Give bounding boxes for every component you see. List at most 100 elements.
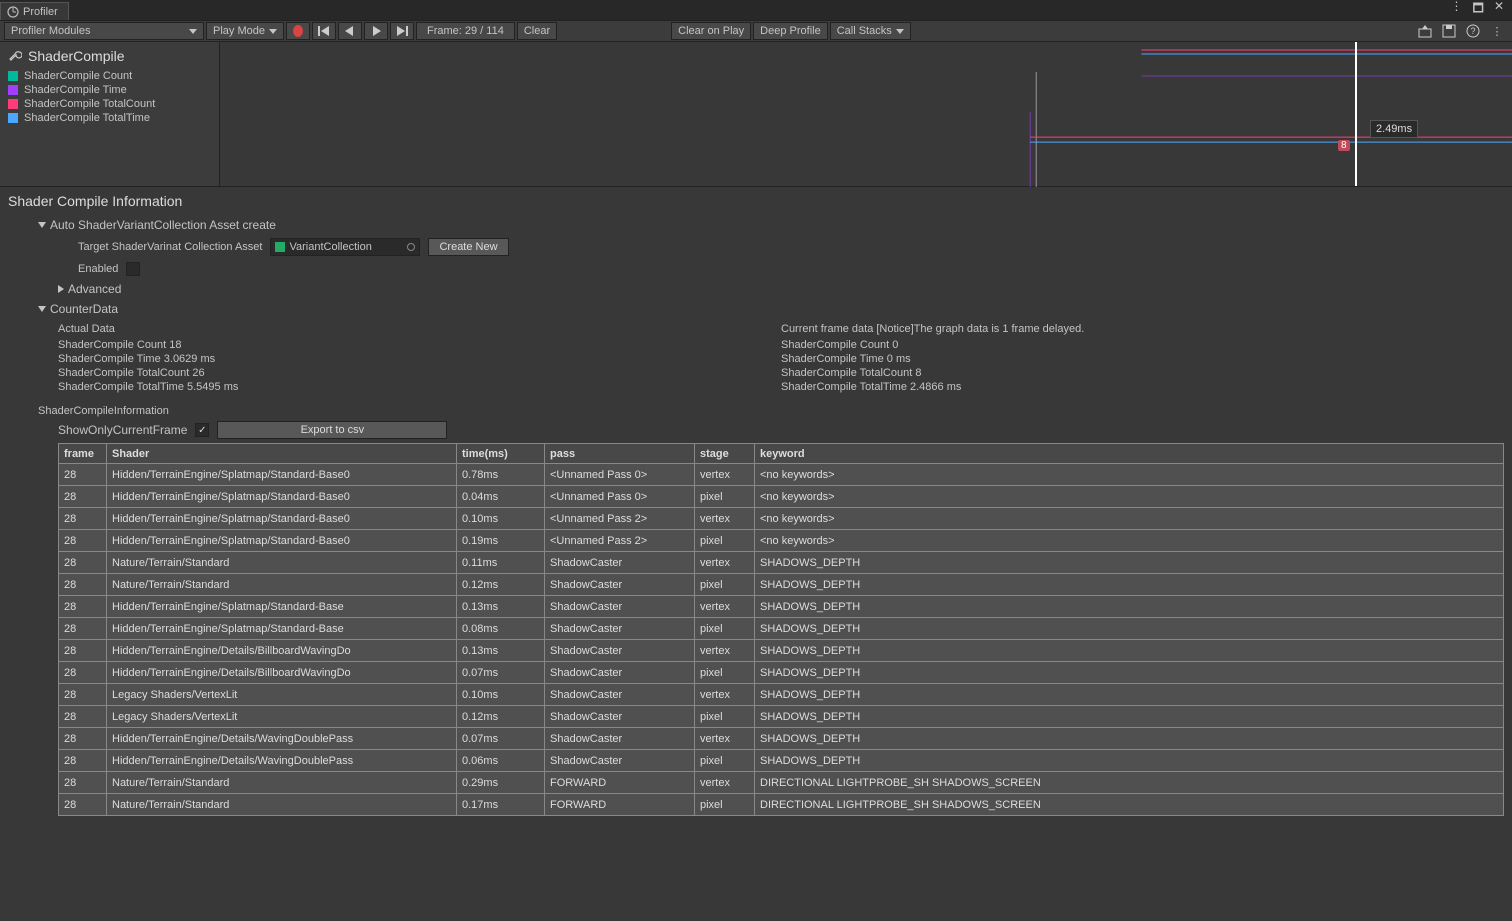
table-row[interactable]: 28Legacy Shaders/VertexLit0.12msShadowCa…	[59, 706, 1504, 728]
table-row[interactable]: 28Hidden/TerrainEngine/Splatmap/Standard…	[59, 530, 1504, 552]
data-line: ShaderCompile Time 0 ms	[781, 353, 1504, 365]
record-icon	[293, 25, 303, 37]
column-header[interactable]: pass	[545, 444, 695, 464]
table-row[interactable]: 28Hidden/TerrainEngine/Splatmap/Standard…	[59, 596, 1504, 618]
graph-plot[interactable]: 2.49ms 8	[220, 42, 1512, 186]
frame-scrubber[interactable]	[1355, 42, 1357, 186]
module-sidebar[interactable]: ShaderCompile ShaderCompile CountShaderC…	[0, 42, 220, 186]
table-cell: 28	[59, 772, 107, 794]
table-row[interactable]: 28Legacy Shaders/VertexLit0.10msShadowCa…	[59, 684, 1504, 706]
column-header[interactable]: Shader	[107, 444, 457, 464]
close-icon[interactable]: ✕	[1492, 0, 1506, 20]
table-cell: SHADOWS_DEPTH	[755, 596, 1504, 618]
table-row[interactable]: 28Nature/Terrain/Standard0.12msShadowCas…	[59, 574, 1504, 596]
table-row[interactable]: 28Hidden/TerrainEngine/Details/WavingDou…	[59, 750, 1504, 772]
table-cell: Nature/Terrain/Standard	[107, 794, 457, 816]
table-row[interactable]: 28Hidden/TerrainEngine/Details/Billboard…	[59, 640, 1504, 662]
table-cell: vertex	[695, 684, 755, 706]
table-row[interactable]: 28Hidden/TerrainEngine/Splatmap/Standard…	[59, 618, 1504, 640]
frame-label: Frame: 29 / 114	[427, 25, 504, 37]
table-cell: 28	[59, 552, 107, 574]
foldout-counter-data[interactable]: CounterData	[38, 302, 1504, 316]
table-cell: ShadowCaster	[545, 706, 695, 728]
window-controls: ⋮ 🗖 ✕	[1449, 0, 1512, 20]
clear-on-play-button[interactable]: Clear on Play	[671, 22, 751, 40]
first-frame-button[interactable]	[312, 22, 336, 40]
table-cell: SHADOWS_DEPTH	[755, 662, 1504, 684]
foldout-auto-asset[interactable]: Auto ShaderVariantCollection Asset creat…	[38, 218, 1504, 232]
tab-profiler[interactable]: Profiler	[0, 2, 69, 20]
legend-item[interactable]: ShaderCompile Count	[8, 70, 211, 82]
table-cell: FORWARD	[545, 772, 695, 794]
table-cell: ShadowCaster	[545, 640, 695, 662]
table-row[interactable]: 28Nature/Terrain/Standard0.17msFORWARDpi…	[59, 794, 1504, 816]
wrench-icon	[8, 49, 22, 63]
deep-profile-button[interactable]: Deep Profile	[753, 22, 828, 40]
table-cell: 28	[59, 662, 107, 684]
table-cell: pixel	[695, 618, 755, 640]
table-cell: 28	[59, 794, 107, 816]
table-cell: Hidden/TerrainEngine/Splatmap/Standard-B…	[107, 486, 457, 508]
enabled-checkbox[interactable]	[126, 262, 140, 276]
menu-icon[interactable]: ⋮	[1449, 0, 1465, 20]
object-picker-icon[interactable]	[407, 243, 415, 251]
table-row[interactable]: 28Nature/Terrain/Standard0.11msShadowCas…	[59, 552, 1504, 574]
save-icon[interactable]	[1438, 22, 1460, 40]
table-cell: pixel	[695, 662, 755, 684]
legend-swatch	[8, 85, 18, 95]
play-mode-dropdown[interactable]: Play Mode	[206, 22, 284, 40]
table-cell: pixel	[695, 794, 755, 816]
column-header[interactable]: keyword	[755, 444, 1504, 464]
panel-title: Shader Compile Information	[8, 193, 1504, 209]
table-cell: 28	[59, 750, 107, 772]
tab-label: Profiler	[23, 6, 58, 18]
table-cell: 28	[59, 596, 107, 618]
legend-item[interactable]: ShaderCompile TotalTime	[8, 112, 211, 124]
table-row[interactable]: 28Hidden/TerrainEngine/Splatmap/Standard…	[59, 464, 1504, 486]
table-row[interactable]: 28Nature/Terrain/Standard0.29msFORWARDve…	[59, 772, 1504, 794]
legend-item[interactable]: ShaderCompile TotalCount	[8, 98, 211, 110]
load-icon[interactable]	[1414, 22, 1436, 40]
shader-compile-info-label: ShaderCompileInformation	[38, 405, 1504, 417]
create-new-button[interactable]: Create New	[428, 238, 508, 256]
tab-bar: Profiler ⋮ 🗖 ✕	[0, 0, 1512, 20]
last-frame-button[interactable]	[390, 22, 414, 40]
show-only-checkbox[interactable]	[195, 423, 209, 437]
graph-svg	[220, 42, 1512, 187]
column-header[interactable]: stage	[695, 444, 755, 464]
prev-frame-button[interactable]	[338, 22, 362, 40]
legend-item[interactable]: ShaderCompile Time	[8, 84, 211, 96]
table-cell: <Unnamed Pass 0>	[545, 486, 695, 508]
object-field[interactable]: VariantCollection	[270, 238, 420, 256]
table-cell: 0.08ms	[457, 618, 545, 640]
data-line: ShaderCompile Time 3.0629 ms	[58, 353, 781, 365]
table-cell: pixel	[695, 706, 755, 728]
profiler-modules-dropdown[interactable]: Profiler Modules	[4, 22, 204, 40]
table-row[interactable]: 28Hidden/TerrainEngine/Splatmap/Standard…	[59, 508, 1504, 530]
table-cell: ShadowCaster	[545, 750, 695, 772]
table-cell: 0.17ms	[457, 794, 545, 816]
table-row[interactable]: 28Hidden/TerrainEngine/Splatmap/Standard…	[59, 486, 1504, 508]
table-cell: Nature/Terrain/Standard	[107, 772, 457, 794]
table-cell: vertex	[695, 596, 755, 618]
help-icon[interactable]: ?	[1462, 22, 1484, 40]
column-header[interactable]: time(ms)	[457, 444, 545, 464]
table-row[interactable]: 28Hidden/TerrainEngine/Details/WavingDou…	[59, 728, 1504, 750]
chevron-down-icon	[896, 29, 904, 34]
table-cell: <no keywords>	[755, 530, 1504, 552]
clear-button[interactable]: Clear	[517, 22, 557, 40]
kebab-icon[interactable]: ⋮	[1486, 22, 1508, 40]
table-row[interactable]: 28Hidden/TerrainEngine/Details/Billboard…	[59, 662, 1504, 684]
next-frame-button[interactable]	[364, 22, 388, 40]
export-csv-button[interactable]: Export to csv	[217, 421, 447, 439]
record-button[interactable]	[286, 22, 310, 40]
column-header[interactable]: frame	[59, 444, 107, 464]
table-cell: 0.13ms	[457, 596, 545, 618]
foldout-advanced[interactable]: Advanced	[58, 282, 1504, 296]
data-line: ShaderCompile TotalCount 26	[58, 367, 781, 379]
call-stacks-dropdown[interactable]: Call Stacks	[830, 22, 911, 40]
maximize-icon[interactable]: 🗖	[1471, 0, 1486, 20]
table-cell: FORWARD	[545, 794, 695, 816]
table-cell: Legacy Shaders/VertexLit	[107, 706, 457, 728]
table-cell: Legacy Shaders/VertexLit	[107, 684, 457, 706]
